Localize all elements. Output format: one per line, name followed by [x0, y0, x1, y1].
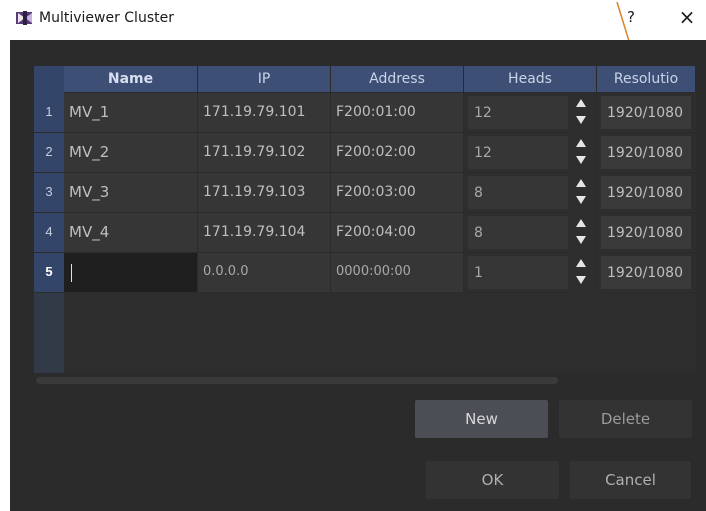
column-header-ip[interactable]: IP: [198, 66, 331, 93]
spin-up-icon[interactable]: [576, 99, 586, 107]
heads-input[interactable]: 1: [468, 256, 568, 289]
ip-cell[interactable]: 171.19.79.102: [198, 133, 331, 173]
horizontal-scrollbar[interactable]: [36, 377, 558, 384]
resolution-cell: 1920/1080: [597, 213, 696, 253]
name-cell[interactable]: MV_2: [64, 133, 198, 173]
app-icon: [16, 11, 32, 25]
resolution-cell: 1920/1080: [597, 173, 696, 213]
resolution-cell: 1920/1080: [597, 133, 696, 173]
spin-arrows: [572, 179, 590, 207]
window-title: Multiviewer Cluster: [39, 10, 174, 26]
close-button[interactable]: ×: [678, 5, 696, 29]
address-cell[interactable]: F200:01:00: [331, 93, 464, 133]
heads-spinbox: 12: [464, 93, 597, 133]
resolution-input[interactable]: 1920/1080: [601, 216, 691, 249]
row-number[interactable]: 3: [34, 173, 64, 213]
heads-input[interactable]: 12: [468, 136, 568, 169]
heads-input[interactable]: 12: [468, 96, 568, 129]
table-empty-area: [64, 293, 696, 373]
spin-up-icon[interactable]: [576, 219, 586, 227]
column-header-address[interactable]: Address: [331, 66, 464, 93]
resolution-input[interactable]: 1920/1080: [601, 256, 691, 289]
table-row: 2 MV_2 171.19.79.102 F200:02:00 12 1920/…: [34, 133, 696, 173]
row-number[interactable]: 4: [34, 213, 64, 253]
address-cell[interactable]: F200:02:00: [331, 133, 464, 173]
spin-down-icon[interactable]: [576, 276, 586, 284]
heads-spinbox: 1: [464, 253, 597, 293]
address-cell[interactable]: 0000:00:00: [331, 253, 464, 293]
spin-up-icon[interactable]: [576, 179, 586, 187]
cancel-button[interactable]: Cancel: [570, 461, 691, 499]
row-number[interactable]: 5: [34, 253, 64, 293]
name-cell[interactable]: MV_1: [64, 93, 198, 133]
address-cell[interactable]: F200:04:00: [331, 213, 464, 253]
spin-arrows: [572, 139, 590, 167]
spin-down-icon[interactable]: [576, 116, 586, 124]
dialog-body: Name IP Address Heads Resolutio 1 MV_1 1…: [10, 40, 706, 511]
table-corner: [34, 66, 64, 93]
spin-down-icon[interactable]: [576, 196, 586, 204]
heads-spinbox: 8: [464, 173, 597, 213]
column-header-name[interactable]: Name: [64, 66, 198, 93]
resolution-input[interactable]: 1920/1080: [601, 96, 691, 129]
ok-button[interactable]: OK: [426, 461, 559, 499]
new-button[interactable]: New: [415, 400, 548, 438]
table-row: 4 MV_4 171.19.79.104 F200:04:00 8 1920/1…: [34, 213, 696, 253]
spin-arrows: [572, 99, 590, 127]
spin-arrows: [572, 219, 590, 247]
heads-input[interactable]: 8: [468, 176, 568, 209]
ip-cell[interactable]: 171.19.79.104: [198, 213, 331, 253]
address-cell[interactable]: F200:03:00: [331, 173, 464, 213]
ip-cell[interactable]: 171.19.79.101: [198, 93, 331, 133]
resolution-cell: 1920/1080: [597, 253, 696, 293]
resolution-cell: 1920/1080: [597, 93, 696, 133]
name-edit-field[interactable]: [64, 253, 198, 293]
ip-cell[interactable]: 171.19.79.103: [198, 173, 331, 213]
text-caret: [71, 263, 72, 282]
resolution-input[interactable]: 1920/1080: [601, 176, 691, 209]
heads-spinbox: 12: [464, 133, 597, 173]
name-cell[interactable]: MV_4: [64, 213, 198, 253]
spin-arrows: [572, 259, 590, 287]
resolution-input[interactable]: 1920/1080: [601, 136, 691, 169]
ip-cell[interactable]: 0.0.0.0: [198, 253, 331, 293]
title-bar: Multiviewer Cluster ? ×: [0, 0, 706, 38]
heads-input[interactable]: 8: [468, 216, 568, 249]
table-row: 3 MV_3 171.19.79.103 F200:03:00 8 1920/1…: [34, 173, 696, 213]
column-header-heads[interactable]: Heads: [464, 66, 597, 93]
row-number[interactable]: 2: [34, 133, 64, 173]
name-cell[interactable]: MV_3: [64, 173, 198, 213]
row-header-empty-area: [34, 293, 64, 373]
spin-down-icon[interactable]: [576, 156, 586, 164]
table-row: 1 MV_1 171.19.79.101 F200:01:00 12 1920/…: [34, 93, 696, 133]
delete-button[interactable]: Delete: [559, 400, 692, 438]
spin-up-icon[interactable]: [576, 139, 586, 147]
column-header-resolution[interactable]: Resolutio: [597, 66, 696, 93]
row-number[interactable]: 1: [34, 93, 64, 133]
help-button[interactable]: ?: [624, 8, 638, 26]
table-row: 5 0.0.0.0 0000:00:00 1 1920/1080: [34, 253, 696, 293]
spin-down-icon[interactable]: [576, 236, 586, 244]
spin-up-icon[interactable]: [576, 259, 586, 267]
heads-spinbox: 8: [464, 213, 597, 253]
